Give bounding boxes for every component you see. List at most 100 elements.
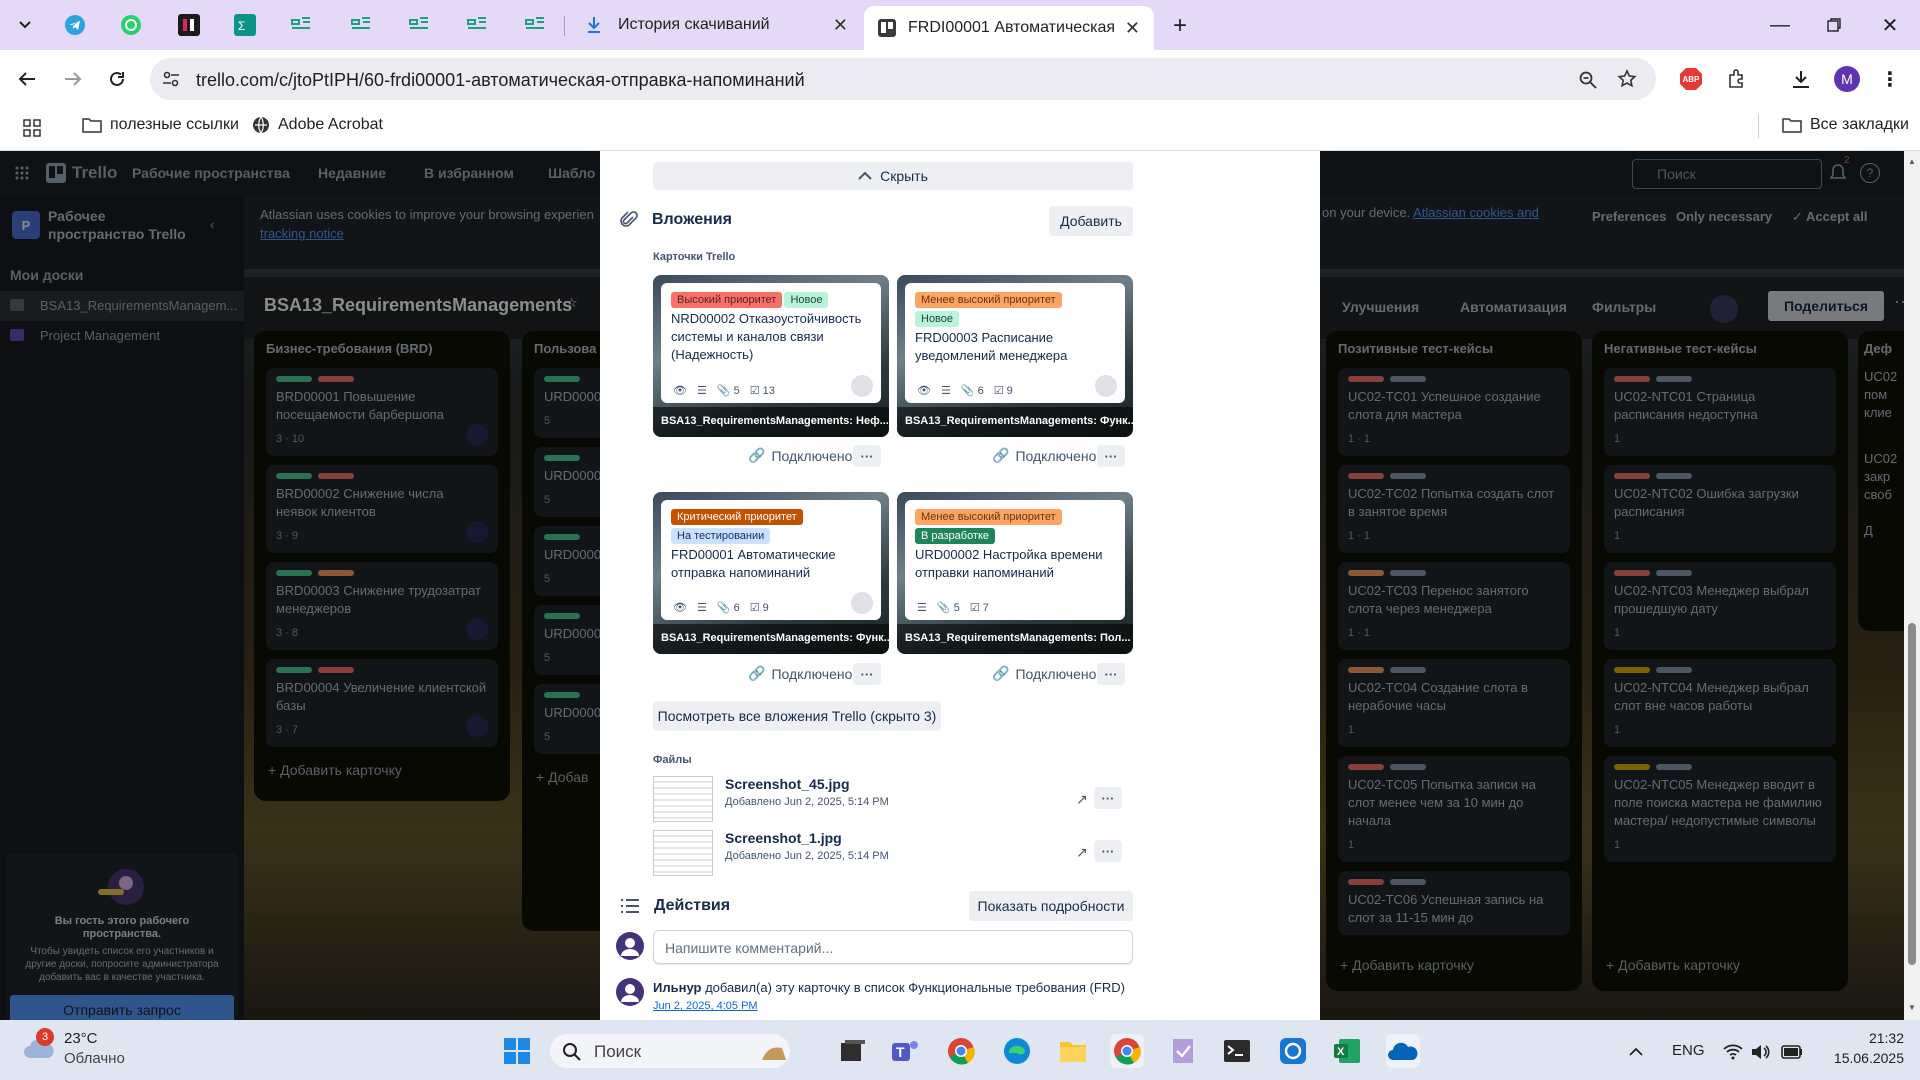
tab-search-button[interactable] — [8, 8, 42, 42]
restore-icon[interactable] — [1822, 12, 1846, 38]
menu-kebab-icon[interactable]: ⋮ — [1880, 66, 1900, 92]
chrome-app[interactable] — [944, 1034, 978, 1068]
site-info-icon[interactable] — [160, 68, 182, 90]
bookmark-adobe[interactable]: Adobe Acrobat — [252, 116, 383, 134]
activity-header: Действия — [620, 897, 730, 915]
close-window-icon[interactable]: ✕ — [1878, 10, 1902, 40]
app-tab-5[interactable] — [402, 8, 436, 42]
reload-icon[interactable] — [104, 66, 130, 92]
chevron-up-icon[interactable] — [1626, 1042, 1646, 1062]
weather-temp: 23°C — [64, 1030, 98, 1047]
file-thumbnail[interactable] — [653, 830, 713, 876]
close-icon[interactable]: ✕ — [833, 15, 848, 36]
files-label: Файлы — [653, 754, 692, 766]
adblock-icon[interactable]: ABP — [1678, 66, 1704, 92]
app-tab-7[interactable] — [518, 8, 552, 42]
card-more-button[interactable]: ··· — [853, 445, 881, 467]
file-thumbnail[interactable] — [653, 776, 713, 822]
tab-active-trello[interactable]: FRDI00001 Автоматическая от ✕ — [864, 6, 1154, 50]
back-icon[interactable] — [14, 66, 40, 92]
teams-icon: T — [892, 1041, 918, 1061]
paperclip-icon: 📎 6 — [716, 602, 740, 614]
whatsapp-tab[interactable] — [114, 8, 148, 42]
app-tab-4[interactable] — [344, 8, 378, 42]
scroll-up-arrow[interactable]: ▲ — [1908, 157, 1916, 166]
app-tab-1[interactable] — [172, 8, 206, 42]
label-less-high-priority: Менее высокий приоритет — [915, 292, 1062, 308]
clock-time[interactable]: 21:32 — [1828, 1030, 1904, 1046]
app-tab-6[interactable] — [460, 8, 494, 42]
see-all-attachments-button[interactable]: Посмотреть все вложения Trello (скрыто 3… — [653, 701, 941, 731]
file-more-button[interactable]: ··· — [1094, 840, 1122, 862]
svg-text:T: T — [896, 1044, 905, 1060]
chrome-profile-app[interactable] — [1110, 1034, 1144, 1068]
app-green-icon — [409, 17, 428, 29]
wifi-icon[interactable] — [1722, 1042, 1744, 1062]
forward-icon[interactable] — [60, 66, 86, 92]
downloads-icon[interactable] — [1788, 66, 1814, 92]
file-more-button[interactable]: ··· — [1094, 787, 1122, 809]
telegram-tab[interactable] — [58, 8, 92, 42]
bookmark-label: полезные ссылки — [110, 116, 239, 133]
clock-date[interactable]: 15.06.2025 — [1818, 1050, 1904, 1066]
bookmark-label: Adobe Acrobat — [278, 116, 383, 133]
linked-card[interactable]: Менее высокий приоритет Новое FRD00003 Ра… — [897, 275, 1133, 437]
bookmark-star-icon[interactable] — [1614, 66, 1640, 92]
scroll-down-arrow[interactable]: ▼ — [1908, 1003, 1916, 1012]
all-bookmarks[interactable]: Все закладки — [1782, 116, 1909, 134]
bookmark-folder-useful[interactable]: полезные ссылки — [82, 116, 239, 134]
linked-card-board: BSA13_RequirementsManagements: Функ... — [653, 624, 889, 654]
current-user-avatar — [616, 932, 644, 960]
teams-app[interactable]: T — [888, 1034, 922, 1068]
user-icon — [621, 984, 639, 1002]
linked-card[interactable]: Критический приоритет На тестировании FRD… — [653, 492, 889, 654]
tab-downloads[interactable]: История скачиваний ✕ — [572, 6, 862, 44]
taskbar-search[interactable]: Поиск — [550, 1034, 790, 1068]
app-purple[interactable] — [1166, 1034, 1200, 1068]
file-attachment[interactable]: Screenshot_45.jpg Добавлено Jun 2, 2025,… — [653, 776, 889, 822]
activity-time[interactable]: Jun 2, 2025, 4:05 PM — [653, 1000, 758, 1012]
page-scrollbar[interactable]: ▲ ▼ — [1904, 151, 1920, 1020]
linked-card[interactable]: Менее высокий приоритет В разработке URD0… — [897, 492, 1133, 654]
settings-app[interactable] — [1276, 1034, 1310, 1068]
new-tab-icon[interactable]: + — [1168, 12, 1192, 39]
file-attachment[interactable]: Screenshot_1.jpg Добавлено Jun 2, 2025, … — [653, 830, 889, 876]
show-details-button[interactable]: Показать подробности — [969, 891, 1133, 921]
hide-button[interactable]: Скрыть — [653, 162, 1133, 190]
comment-input[interactable]: Напишите комментарий... — [653, 930, 1133, 964]
linked-card[interactable]: Высокий приоритет Новое NRD00002 Отказоус… — [653, 275, 889, 437]
app-tab-2[interactable]: Σ — [228, 8, 262, 42]
edge-app[interactable] — [1000, 1034, 1034, 1068]
card-more-button[interactable]: ··· — [1097, 663, 1125, 685]
start-button[interactable] — [500, 1034, 534, 1068]
volume-icon[interactable] — [1750, 1042, 1772, 1062]
excel-app[interactable]: X — [1330, 1034, 1364, 1068]
card-more-button[interactable]: ··· — [853, 663, 881, 685]
minimize-icon[interactable]: — — [1768, 10, 1792, 40]
apps-grid-icon[interactable] — [20, 116, 44, 140]
language-indicator[interactable]: ENG — [1672, 1042, 1705, 1059]
extensions-icon[interactable] — [1724, 66, 1750, 92]
file-name: Screenshot_1.jpg — [725, 830, 842, 846]
svg-text:X: X — [1337, 1046, 1345, 1058]
scrollbar-thumb[interactable] — [1908, 623, 1916, 965]
card-more-button[interactable]: ··· — [1097, 445, 1125, 467]
globe-icon — [253, 116, 269, 134]
linked-card-title: NRD00002 Отказоустойчивость системы и ка… — [671, 311, 862, 362]
app-tab-3[interactable] — [284, 8, 318, 42]
add-attachment-button[interactable]: Добавить — [1049, 206, 1133, 236]
explorer-app[interactable] — [1056, 1034, 1090, 1068]
battery-icon[interactable] — [1780, 1042, 1804, 1062]
taskview-app[interactable] — [836, 1034, 870, 1068]
terminal-app[interactable] — [1220, 1034, 1254, 1068]
weather-widget[interactable]: 3 — [22, 1028, 56, 1064]
close-icon[interactable]: ✕ — [1125, 18, 1140, 39]
open-external-icon[interactable]: ↗ — [1076, 791, 1088, 808]
user-icon — [621, 938, 639, 956]
whatsapp-icon — [121, 15, 141, 35]
profile-avatar[interactable]: M — [1834, 66, 1860, 92]
zoom-icon[interactable] — [1576, 68, 1600, 92]
open-external-icon[interactable]: ↗ — [1076, 844, 1088, 861]
onedrive-app[interactable] — [1386, 1034, 1420, 1068]
eye-icon: 👁 — [673, 385, 687, 397]
